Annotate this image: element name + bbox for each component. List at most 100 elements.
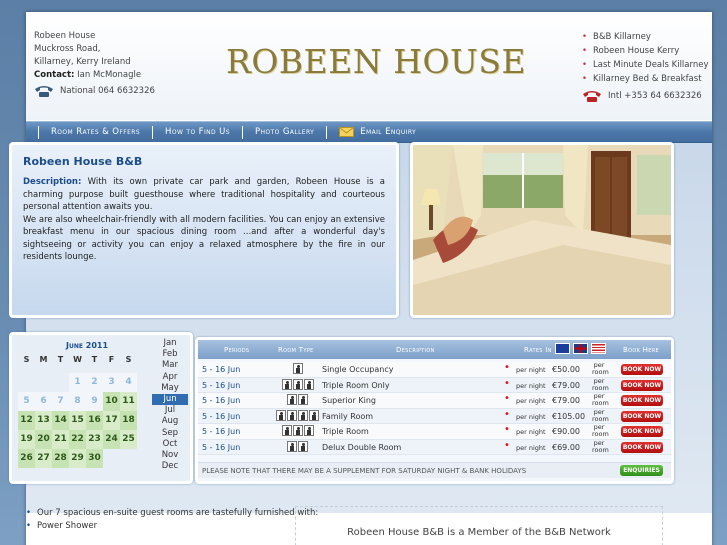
book-now-button[interactable]: BOOK NOW: [621, 410, 663, 422]
rates-panel: Periods Room Type Description Rates In B…: [195, 337, 674, 484]
calendar-day[interactable]: 28: [52, 449, 69, 468]
month-item[interactable]: Mar: [152, 360, 188, 371]
person-icon: [298, 440, 308, 452]
rate-per: per night: [516, 412, 546, 421]
calendar-day[interactable]: 20: [35, 430, 52, 449]
nav-email-label: Email Enquiry: [360, 127, 417, 137]
calendar-empty: [103, 449, 120, 468]
calendar-day[interactable]: 15: [69, 411, 86, 430]
person-icon: [276, 409, 286, 421]
membership-text: Robeen House B&B is a Member of the B&B …: [347, 527, 611, 538]
calendar-day[interactable]: 18: [120, 411, 137, 430]
header-link[interactable]: Killarney Bed & Breakfast: [582, 72, 709, 86]
rate-row: 5 - 16 Jun Triple Room Only • per night €79.…: [198, 377, 671, 393]
brand-title: ROBEEN HOUSE: [226, 42, 527, 81]
calendar-empty: [120, 449, 137, 468]
address-line: Robeen House: [34, 31, 96, 41]
month-item[interactable]: Oct: [152, 439, 188, 450]
weekday-label: M: [39, 355, 48, 364]
month-item[interactable]: Apr: [152, 372, 188, 383]
calendar-day[interactable]: 14: [52, 411, 69, 430]
calendar-day[interactable]: 26: [18, 449, 35, 468]
calendar-day[interactable]: 11: [120, 392, 137, 411]
rate-period: 5 - 16 Jun: [202, 396, 241, 405]
supplement-note: PLEASE NOTE THAT THERE MAY BE A SUPPLEME…: [198, 462, 671, 478]
calendar-day[interactable]: 16: [86, 411, 103, 430]
status-dot: •: [504, 377, 510, 389]
room-features-list: Our 7 spacious en-suite guest rooms are …: [26, 507, 318, 533]
rate-per: per night: [516, 397, 546, 405]
rates-header: Periods Room Type Description Rates In B…: [198, 340, 671, 359]
nav-room-rates[interactable]: Room Rates & Offers: [38, 125, 152, 139]
person-icon: [287, 394, 297, 405]
room-description: Triple Room: [322, 427, 369, 436]
room-description: Triple Room Only: [322, 380, 390, 390]
month-item[interactable]: May: [152, 383, 188, 394]
flag-uk-icon[interactable]: [573, 343, 588, 354]
rate-price: €90.00: [552, 427, 580, 436]
description-label: Description:: [23, 177, 82, 187]
month-item[interactable]: Jan: [152, 338, 188, 349]
book-now-button[interactable]: BOOK NOW: [621, 426, 663, 437]
month-item[interactable]: Dec: [152, 461, 188, 472]
header-periods: Periods: [224, 346, 250, 354]
nav-email-enquiry[interactable]: Email Enquiry: [326, 125, 428, 139]
book-now-button[interactable]: BOOK NOW: [621, 395, 663, 406]
flag-us-icon[interactable]: [591, 343, 606, 354]
weekday-label: S: [125, 355, 132, 364]
status-dot: •: [504, 393, 510, 404]
calendar-empty: [35, 373, 52, 392]
calendar-day[interactable]: 27: [35, 449, 52, 468]
header-rates-in: Rates In: [524, 346, 552, 354]
calendar-day[interactable]: 22: [69, 430, 86, 449]
calendar-day[interactable]: 17: [103, 411, 120, 430]
header-link[interactable]: B&B Killarney: [582, 30, 709, 44]
person-icon: [298, 394, 308, 405]
room-description: Family Room: [322, 411, 374, 421]
person-icon: [292, 378, 303, 390]
month-item[interactable]: Sep: [152, 428, 188, 439]
header-link[interactable]: Last Minute Deals Killarney: [582, 58, 708, 72]
header-room-type: Room Type: [278, 346, 314, 354]
room-description: Single Occupancy: [322, 365, 394, 374]
calendar-day[interactable]: 12: [18, 411, 35, 430]
calendar-day: 6: [35, 392, 52, 411]
rate-unit: per room: [592, 438, 609, 454]
intl-phone-text: Intl +353 64 6632326: [608, 91, 702, 101]
calendar-day[interactable]: 23: [86, 430, 103, 449]
book-now-button[interactable]: BOOK NOW: [621, 441, 663, 453]
header-link[interactable]: Robeen House Kerry: [582, 44, 709, 58]
nav-find-us[interactable]: How to Find Us: [152, 125, 242, 139]
month-item[interactable]: Nov: [152, 450, 188, 461]
book-now-button[interactable]: BOOK NOW: [621, 364, 663, 375]
status-dot: •: [504, 362, 510, 373]
month-item[interactable]: Jul: [152, 405, 188, 416]
address-line: Killarney, Kerry Ireland: [34, 57, 131, 67]
calendar-day[interactable]: 10: [103, 392, 120, 411]
calendar-day[interactable]: 24: [103, 430, 120, 449]
rate-unit: per room: [592, 361, 609, 376]
calendar-day[interactable]: 30: [86, 449, 103, 468]
flag-eu-icon[interactable]: [555, 343, 570, 354]
room-type-icons: [281, 425, 314, 436]
person-icon: [287, 440, 297, 452]
rate-per: per night: [516, 381, 546, 390]
calendar-day[interactable]: 25: [120, 430, 137, 449]
month-item[interactable]: Jun: [152, 394, 188, 406]
enquiries-button[interactable]: ENQUIRIES: [620, 465, 663, 476]
nav-photo-gallery[interactable]: Photo Gallery: [241, 125, 326, 139]
calendar-day[interactable]: 19: [18, 430, 35, 449]
book-now-button[interactable]: BOOK NOW: [621, 379, 663, 391]
calendar-day[interactable]: 29: [69, 449, 86, 468]
status-dot: •: [504, 408, 510, 420]
phone-icon: [582, 90, 602, 102]
rate-price: €79.00: [552, 396, 580, 405]
main-nav: Room Rates & Offers How to Find Us Photo…: [26, 121, 712, 143]
month-item[interactable]: Feb: [152, 349, 188, 360]
calendar-day[interactable]: 13: [35, 411, 52, 430]
contact-label: Contact:: [34, 70, 75, 80]
header-description: Description: [396, 346, 435, 354]
calendar-day[interactable]: 21: [52, 430, 69, 449]
month-list: Jan Feb Mar Apr May Jun Jul Aug Sep Oct Nov Dec: [152, 338, 188, 472]
month-item[interactable]: Aug: [152, 416, 188, 427]
